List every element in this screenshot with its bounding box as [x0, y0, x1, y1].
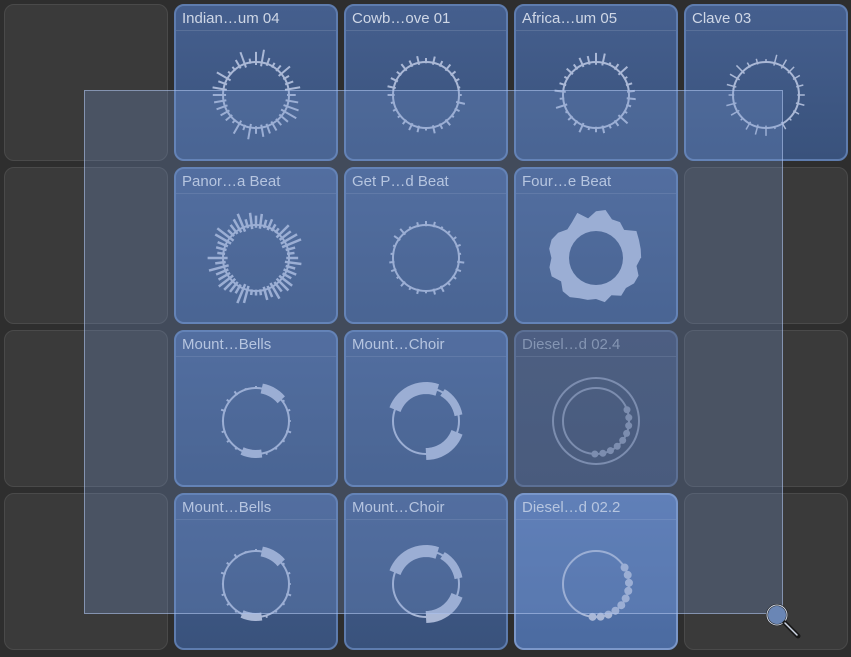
circular-waveform-icon	[516, 520, 676, 648]
circular-waveform-icon	[176, 194, 336, 322]
loop-pad[interactable]: Four…e Beat	[514, 167, 678, 324]
empty-pad[interactable]	[4, 4, 168, 161]
pad-label: Panor…a Beat	[176, 169, 336, 194]
circular-waveform-icon	[346, 194, 506, 322]
empty-pad[interactable]	[4, 493, 168, 650]
loop-pad-grid: Indian…um 04 Cowb…ove 01 Africa…um 05 Clave…	[0, 0, 851, 654]
empty-pad[interactable]	[684, 167, 848, 324]
loop-pad[interactable]: Mount…Choir	[344, 330, 508, 487]
empty-pad[interactable]	[4, 167, 168, 324]
pad-label: Diesel…d 02.2	[516, 495, 676, 520]
circular-waveform-icon	[686, 31, 846, 159]
circular-waveform-icon	[516, 357, 676, 485]
loop-pad[interactable]: Mount…Choir	[344, 493, 508, 650]
circular-waveform-icon	[346, 520, 506, 648]
loop-pad[interactable]: Panor…a Beat	[174, 167, 338, 324]
pad-label: Get P…d Beat	[346, 169, 506, 194]
loop-pad[interactable]: Clave 03	[684, 4, 848, 161]
circular-waveform-icon	[176, 31, 336, 159]
pad-label: Four…e Beat	[516, 169, 676, 194]
loop-pad[interactable]: Cowb…ove 01	[344, 4, 508, 161]
pad-label: Indian…um 04	[176, 6, 336, 31]
loop-pad[interactable]: Indian…um 04	[174, 4, 338, 161]
loop-pad[interactable]: Diesel…d 02.2	[514, 493, 678, 650]
pad-label: Mount…Choir	[346, 495, 506, 520]
pad-label: Mount…Bells	[176, 495, 336, 520]
loop-pad[interactable]: Africa…um 05	[514, 4, 678, 161]
circular-waveform-icon	[346, 357, 506, 485]
pad-label: Africa…um 05	[516, 6, 676, 31]
circular-waveform-icon	[346, 31, 506, 159]
pad-label: Mount…Choir	[346, 332, 506, 357]
circular-waveform-icon	[176, 357, 336, 485]
circular-waveform-icon	[176, 520, 336, 648]
pad-label: Cowb…ove 01	[346, 6, 506, 31]
empty-pad[interactable]	[684, 493, 848, 650]
pad-label: Diesel…d 02.4	[516, 332, 676, 357]
loop-pad[interactable]: Get P…d Beat	[344, 167, 508, 324]
pad-label: Clave 03	[686, 6, 846, 31]
pad-label: Mount…Bells	[176, 332, 336, 357]
empty-pad[interactable]	[4, 330, 168, 487]
loop-pad[interactable]: Diesel…d 02.4	[514, 330, 678, 487]
loop-pad[interactable]: Mount…Bells	[174, 493, 338, 650]
circular-waveform-icon	[516, 31, 676, 159]
circular-waveform-icon	[516, 194, 676, 322]
empty-pad[interactable]	[684, 330, 848, 487]
loop-pad[interactable]: Mount…Bells	[174, 330, 338, 487]
